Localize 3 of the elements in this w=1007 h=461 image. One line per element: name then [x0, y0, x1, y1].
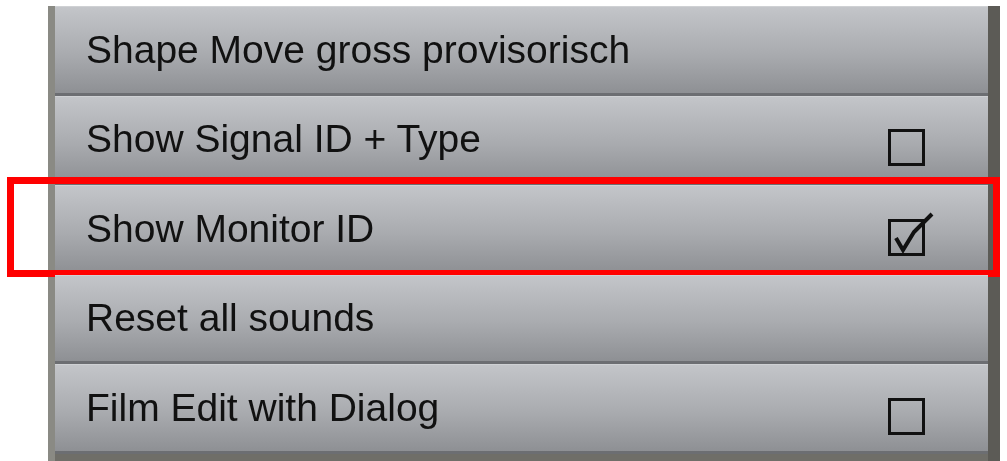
- menu-item[interactable]: Film Edit with Dialog: [55, 364, 988, 454]
- menu-item[interactable]: Shape Move gross provisorisch: [55, 6, 988, 96]
- menu-item[interactable]: Reset all sounds: [55, 274, 988, 364]
